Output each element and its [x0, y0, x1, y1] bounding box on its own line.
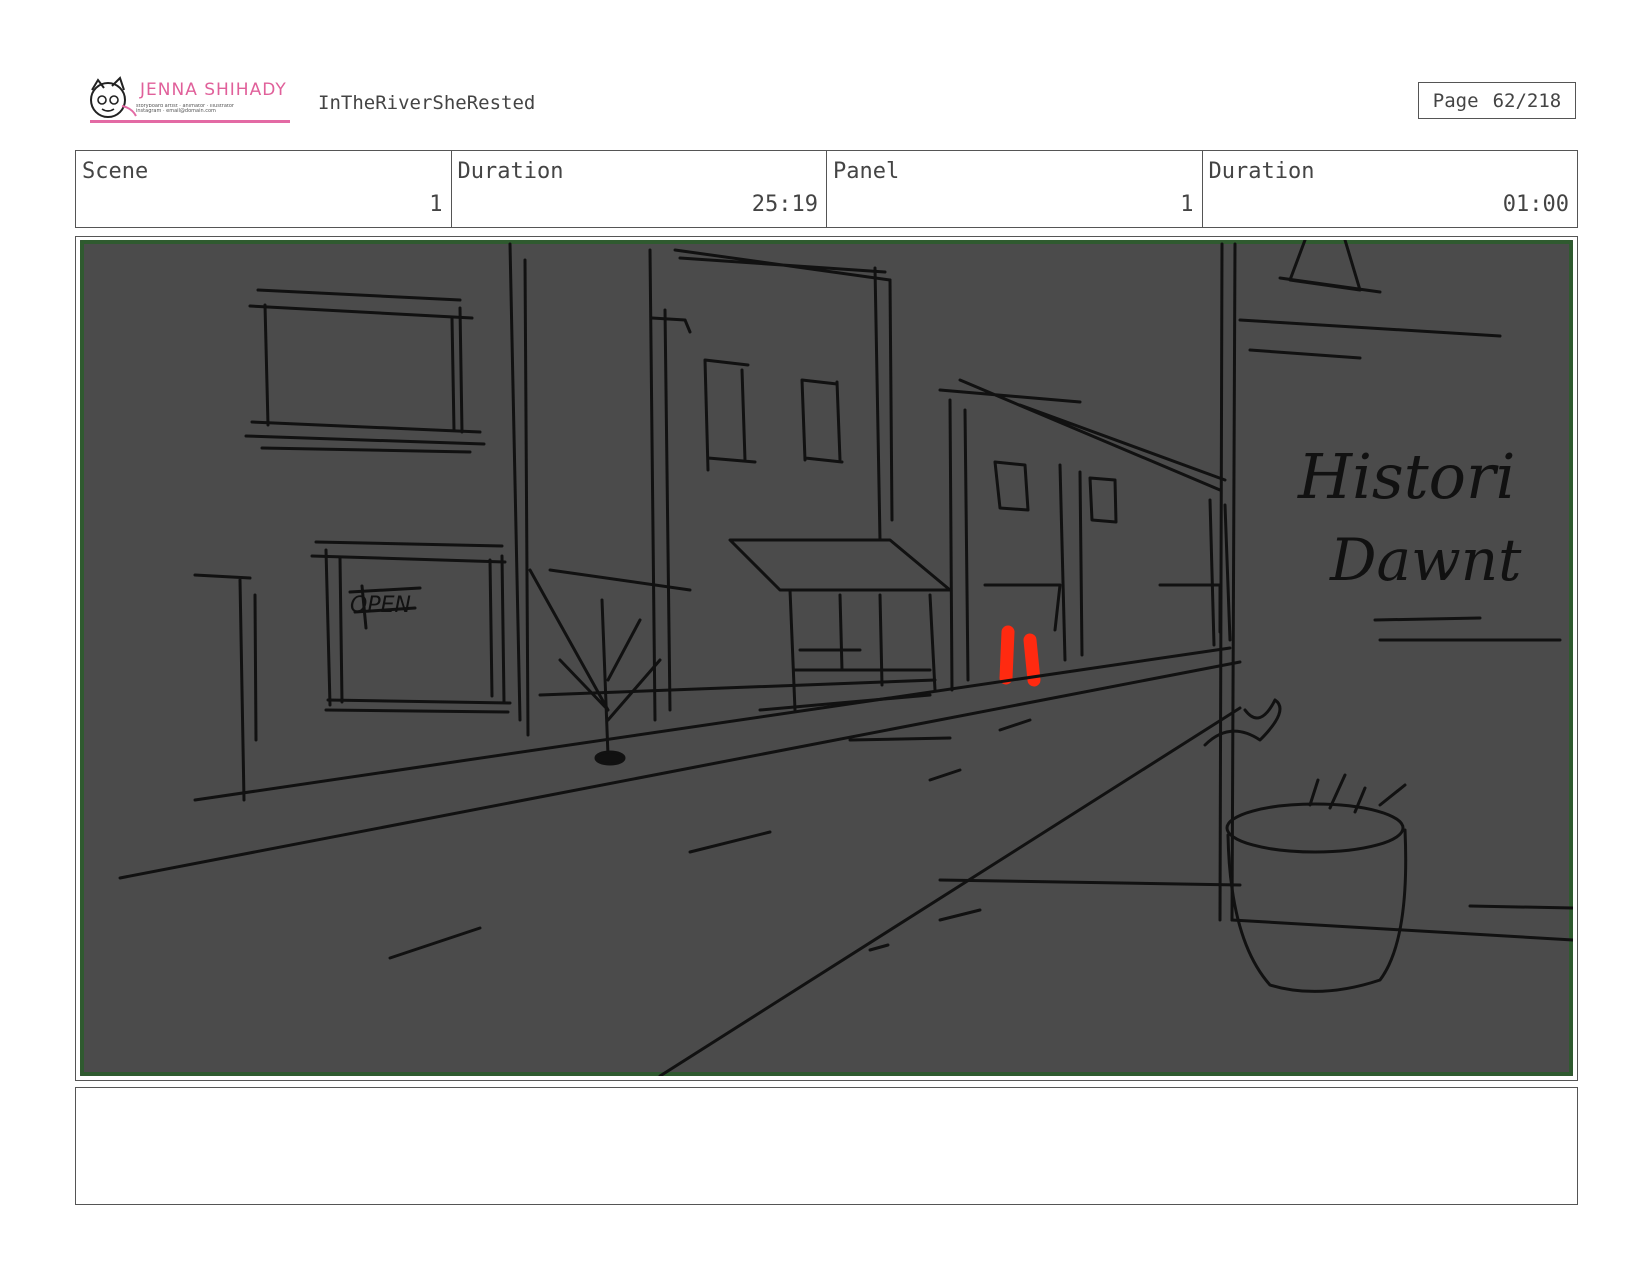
project-title: InTheRiverSheRested	[318, 92, 536, 114]
scene-cell: Scene 1	[76, 151, 452, 227]
panel-duration-label: Duration	[1208, 159, 1315, 184]
panel-label: Panel	[833, 159, 900, 184]
sign-text-line2: Dawnt	[1329, 526, 1522, 594]
avatar-sketch-icon	[90, 76, 137, 118]
page-number: 62/218	[1492, 89, 1562, 112]
scene-duration-label: Duration	[457, 159, 564, 184]
page-label: Page	[1432, 89, 1479, 112]
panel-info-row: Scene 1 Duration 25:19 Panel 1 Duration …	[75, 150, 1578, 228]
logo-brand-name: JENNA SHIHADY	[140, 80, 287, 100]
page-indicator: Page 62/218	[1418, 82, 1576, 119]
storyboard-sketch: OPEN Histori Dawnt	[80, 240, 1573, 1076]
panel-duration-value: 01:00	[1502, 192, 1569, 217]
scene-label: Scene	[82, 159, 149, 184]
panel-cell: Panel 1	[827, 151, 1203, 227]
panel-number: 1	[1180, 192, 1194, 217]
scene-number: 1	[429, 192, 443, 217]
window-sign: OPEN	[350, 593, 411, 618]
panel-duration-cell: Duration 01:00	[1203, 151, 1578, 227]
sign-text-line1: Histori	[1297, 440, 1515, 513]
logo-underline	[90, 120, 290, 123]
artist-logo: JENNA SHIHADY storyboard artist · animat…	[84, 76, 290, 126]
panel-background	[80, 240, 1573, 1076]
scene-duration-cell: Duration 25:19	[452, 151, 827, 227]
scene-duration-value: 25:19	[751, 192, 818, 217]
panel-notes-box[interactable]	[75, 1087, 1578, 1205]
logo-tagline: storyboard artist · animator · illustrat…	[136, 104, 234, 114]
